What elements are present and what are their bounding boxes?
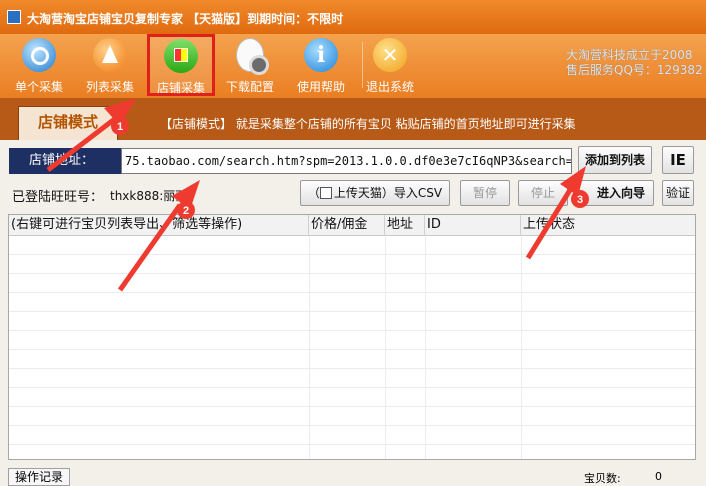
column-divider — [309, 236, 310, 459]
single-collect-label: 单个采集 — [14, 80, 63, 94]
verify-button[interactable]: 验证 — [662, 180, 694, 206]
operation-log-button[interactable]: 操作记录 — [8, 468, 71, 486]
main-panel: 店铺地址： 75.taobao.com/search.htm?spm=2013.… — [0, 140, 706, 486]
exit-x-icon: ✕ — [373, 38, 407, 72]
item-count-value: 0 — [655, 470, 662, 483]
app-icon — [7, 10, 21, 24]
column-header-upload-status[interactable]: 上传状态 — [521, 215, 695, 236]
product-list-table[interactable]: (右键可进行宝贝列表导出、筛选等操作) 价格/佣金 地址 ID 上传状态 — [8, 214, 696, 460]
list-collect-button[interactable]: 列表采集 — [77, 36, 143, 94]
shop-url-input[interactable]: 75.taobao.com/search.htm?spm=2013.1.0.0.… — [121, 148, 572, 174]
shop-collect-button[interactable]: 店铺采集 — [147, 34, 215, 96]
login-account-label: 已登陆旺旺号： — [12, 190, 104, 205]
table-body — [9, 236, 695, 459]
single-collect-button[interactable]: 单个采集 — [6, 36, 72, 94]
wizard-button[interactable]: 进入向导 — [578, 180, 654, 206]
column-header-price[interactable]: 价格/佣金 — [309, 215, 385, 236]
mode-bar: 店铺模式 【店铺模式】 就是采集整个店铺的所有宝贝 粘贴店铺的首页地址即可进行采… — [0, 98, 706, 140]
download-config-label: 下载配置 — [225, 80, 274, 94]
import-csv-button[interactable]: （ 上传天猫）导入CSV — [300, 180, 450, 206]
table-header: (右键可进行宝贝列表导出、筛选等操作) 价格/佣金 地址 ID 上传状态 — [9, 215, 695, 236]
mode-description: 【店铺模式】 就是采集整个店铺的所有宝贝 粘贴店铺的首页地址即可进行采集 — [160, 117, 576, 131]
pause-button[interactable]: 暂停 — [460, 180, 510, 206]
import-csv-label: ）导入CSV — [381, 186, 443, 200]
stop-button[interactable]: 停止 — [518, 180, 568, 206]
ie-button[interactable]: IE — [662, 146, 694, 174]
column-divider — [521, 236, 522, 459]
download-config-button[interactable]: 下载配置 — [217, 36, 283, 94]
upload-prefix: （ — [307, 186, 320, 200]
status-bar: 操作记录 宝贝数: 0 — [0, 464, 706, 486]
add-to-list-button[interactable]: 添加到列表 — [578, 146, 652, 174]
help-label: 使用帮助 — [296, 80, 345, 94]
shop-url-label: 店铺地址： — [9, 148, 121, 174]
column-header-id[interactable]: ID — [425, 215, 521, 236]
shop-icon — [164, 39, 198, 73]
document-gear-icon — [236, 38, 269, 75]
login-account-value: thxk888:丽丽 — [110, 189, 188, 203]
upload-tmall-checkbox[interactable] — [319, 187, 332, 199]
upload-tmall-label: 上传天猫 — [333, 186, 382, 200]
help-button[interactable]: i 使用帮助 — [288, 36, 354, 94]
company-line-2: 售后服务QQ号：129382 — [566, 63, 703, 77]
triangle-a-icon — [93, 38, 127, 72]
exit-button[interactable]: ✕ 退出系统 — [357, 36, 423, 94]
column-divider — [425, 236, 426, 459]
shop-collect-label: 店铺采集 — [156, 81, 205, 95]
exit-label: 退出系统 — [365, 80, 414, 94]
company-info: 大淘营科技成立于2008 售后服务QQ号：129382 — [566, 48, 706, 78]
column-header-title[interactable]: (右键可进行宝贝列表导出、筛选等操作) — [9, 215, 309, 236]
tab-shop-mode[interactable]: 店铺模式 — [18, 106, 118, 140]
column-divider — [385, 236, 386, 459]
column-header-address[interactable]: 地址 — [385, 215, 425, 236]
info-icon: i — [304, 38, 338, 72]
company-line-1: 大淘营科技成立于2008 — [566, 48, 693, 62]
item-count-label: 宝贝数: — [584, 472, 621, 485]
window-title: 大淘营淘宝店铺宝贝复制专家 【天猫版】到期时间：不限时 — [27, 12, 344, 26]
list-collect-label: 列表采集 — [85, 80, 134, 94]
magnifier-icon — [22, 38, 56, 72]
title-bar: 大淘营淘宝店铺宝贝复制专家 【天猫版】到期时间：不限时 — [0, 0, 706, 34]
